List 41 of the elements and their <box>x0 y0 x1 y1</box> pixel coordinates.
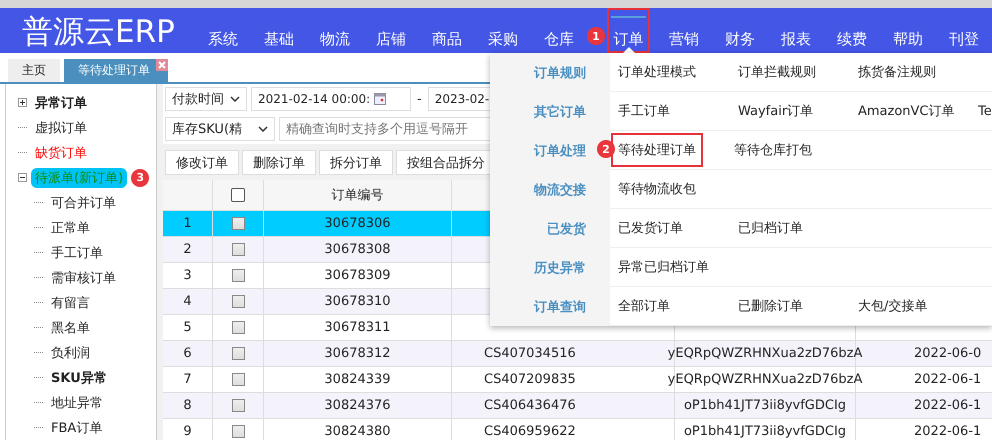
row-number: 6 <box>183 346 192 361</box>
table-cell: 30678311 <box>324 320 391 335</box>
table-cell: yEQRpQWZRHNXua2zD76bzA <box>668 346 862 361</box>
table-cell: 30678310 <box>324 294 391 309</box>
row-number: 9 <box>183 424 192 439</box>
table-cell: 2022-06-1 <box>914 398 982 413</box>
table-cell: CS406436476 <box>484 398 576 413</box>
row-number: 5 <box>183 320 192 335</box>
table-cell: 30824380 <box>324 424 391 439</box>
table-cell: 30678308 <box>324 242 391 257</box>
row-number: 4 <box>183 294 192 309</box>
app-logo: 普源云ERP <box>22 13 176 52</box>
table-cell: 30678306 <box>324 216 391 231</box>
menu-group-label: 订单规则 <box>534 64 586 82</box>
table-cell: CS407209835 <box>484 372 576 387</box>
menu-group-label: 历史异常 <box>534 260 586 276</box>
table-cell: 30678312 <box>324 346 391 361</box>
table-cell: 30678309 <box>324 268 391 283</box>
row-number: 1 <box>183 216 192 231</box>
table-cell: 2022-06-0 <box>914 346 982 361</box>
table-cell: 2022-06-1 <box>914 424 982 439</box>
row-number: 3 <box>183 268 192 283</box>
row-number: 8 <box>183 398 192 413</box>
table-cell: 2022-06-1 <box>914 372 982 387</box>
menu-group-label: 订单查询 <box>534 298 586 316</box>
step-badge: 1 <box>587 27 605 45</box>
table-cell: 30824339 <box>324 372 391 387</box>
menu-group-label: 已发货 <box>547 220 586 238</box>
table-cell: 30824376 <box>324 398 391 413</box>
step-badge: 3 <box>131 168 150 186</box>
table-cell: CS406959622 <box>484 424 576 439</box>
menu-group-label: 物流交接 <box>534 182 586 198</box>
menu-group-label: 订单处理 <box>534 142 586 160</box>
range-separator: - <box>416 92 423 106</box>
column-header: 订单编号 <box>332 187 384 204</box>
row-number: 2 <box>183 242 192 257</box>
row-number: 7 <box>183 372 192 387</box>
table-cell: oP1bh41JT73ii8yvfGDCIg <box>684 398 846 413</box>
table-cell: yEQRpQWZRHNXua2zD76bzA <box>668 372 862 387</box>
table-cell: CS407034516 <box>484 346 576 361</box>
table-cell: oP1bh41JT73ii8yvfGDCIg <box>684 424 846 439</box>
